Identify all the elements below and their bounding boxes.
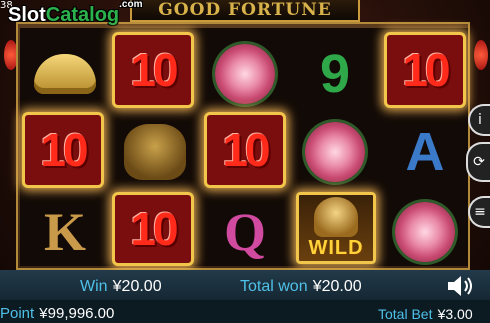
symbol-wild: WILD [296,192,376,264]
total-bet-display: Total Bet ¥3.00 [378,306,473,322]
golden-toad-icon [124,124,186,180]
symbol-k: K [43,202,86,262]
game-stage: GOOD FORTUNE 38 SlotCatalog.com 10 K 10 … [0,0,490,270]
info-icon: i [478,112,482,128]
symbol-peony [292,112,378,192]
symbol-ten: 10 [204,112,286,188]
site-logo: SlotCatalog.com [8,0,143,26]
symbol-peony [382,192,468,270]
symbol-peony [202,34,288,114]
game-title: GOOD FORTUNE [158,0,332,20]
symbol-gold-ingot [22,34,108,114]
menu-icon: ≡ [474,204,486,220]
symbol-golden-toad [112,112,198,192]
spin-button[interactable]: ⟳ [466,142,490,182]
symbol-ten: 10 [112,192,194,266]
symbol-nine: 9 [319,44,351,104]
peony-icon [215,44,275,104]
symbol-q: Q [223,202,266,262]
game-title-banner: GOOD FORTUNE [130,0,360,22]
fortune-god-icon [314,196,358,237]
point-display: Point ¥99,996.00 [0,305,115,322]
symbol-a: A [405,122,445,182]
peony-icon [305,122,365,182]
spin-icon: ⟳ [473,154,485,170]
info-button[interactable]: i [468,104,490,136]
symbol-ten: 10 [112,32,194,108]
speaker-icon[interactable] [446,274,476,298]
menu-button[interactable]: ≡ [468,196,490,228]
total-won-display: Total won ¥20.00 [240,278,362,295]
gold-ingot-icon [34,54,96,94]
symbol-ten: 10 [384,32,466,108]
peony-icon [395,202,455,262]
lantern-icon [474,40,488,70]
win-display: Win ¥20.00 [80,278,162,295]
symbol-ten: 10 [22,112,104,188]
